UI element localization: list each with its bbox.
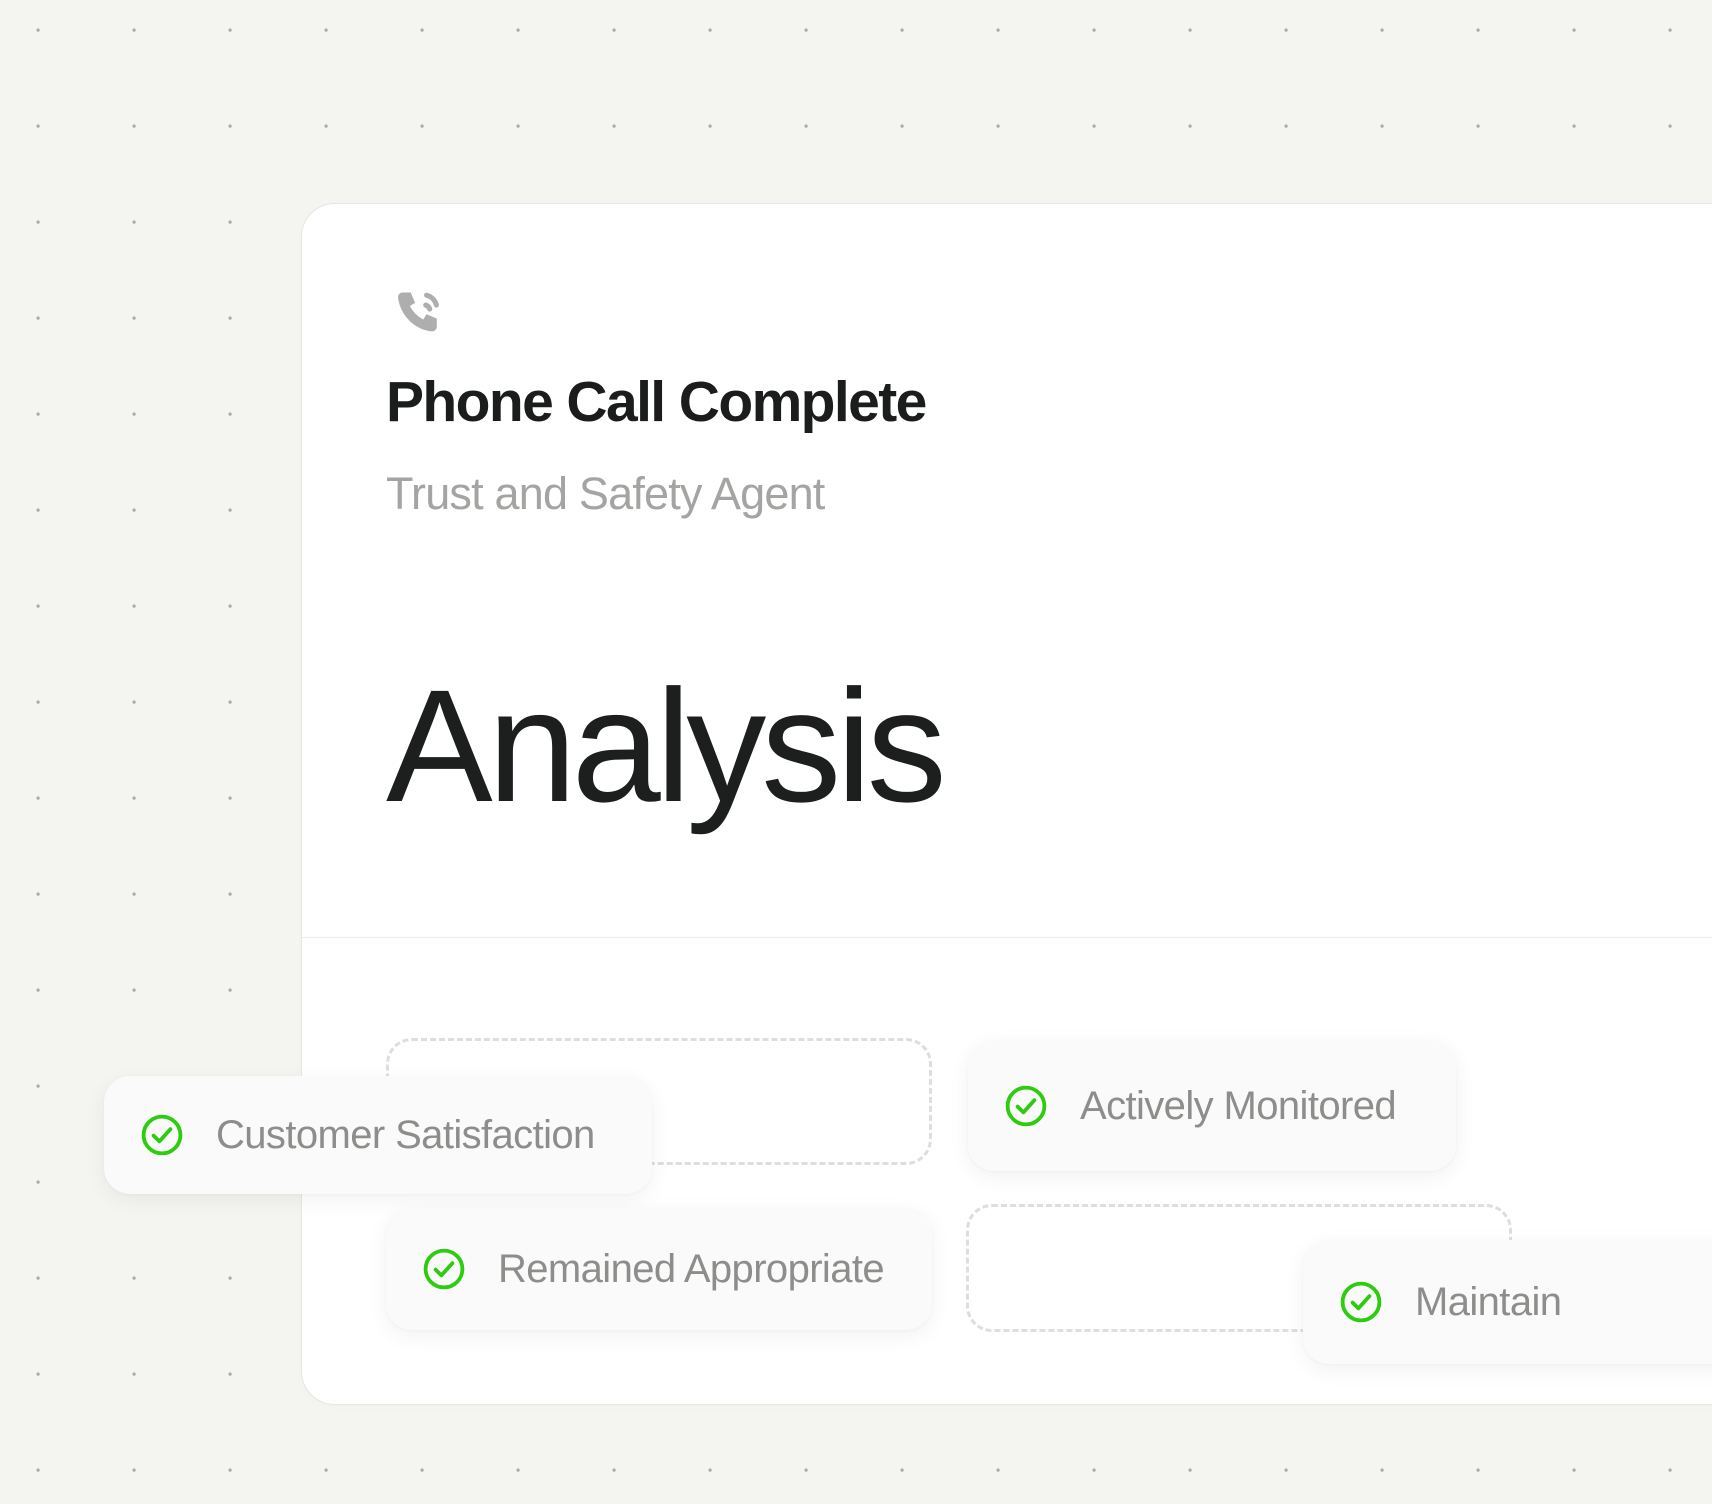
circle-check-icon bbox=[1005, 1085, 1047, 1126]
status-badge-remained-appropriate[interactable]: Remained Appropriate bbox=[386, 1208, 932, 1330]
status-badge-label: Maintain bbox=[1415, 1280, 1562, 1324]
card-divider bbox=[302, 937, 1712, 938]
card-subtitle: Trust and Safety Agent bbox=[386, 468, 825, 519]
analysis-card-content: Phone Call Complete Trust and Safety Age… bbox=[386, 284, 1712, 826]
status-badge-label: Customer Satisfaction bbox=[216, 1113, 595, 1157]
circle-check-icon bbox=[141, 1114, 183, 1156]
circle-check-icon bbox=[423, 1248, 465, 1290]
circle-check-icon bbox=[1340, 1281, 1382, 1323]
status-badge-label: Remained Appropriate bbox=[498, 1247, 885, 1291]
status-badge-customer-satisfaction[interactable]: Customer Satisfaction bbox=[104, 1076, 652, 1194]
status-badge-actively-monitored[interactable]: Actively Monitored bbox=[968, 1040, 1456, 1171]
page-title: Phone Call Complete bbox=[386, 370, 927, 434]
phone-call-outgoing-icon bbox=[397, 292, 439, 332]
card-headline: Analysis bbox=[386, 656, 947, 835]
status-badge-label: Actively Monitored bbox=[1080, 1083, 1397, 1128]
status-badge-maintained[interactable]: Maintain bbox=[1303, 1240, 1712, 1364]
